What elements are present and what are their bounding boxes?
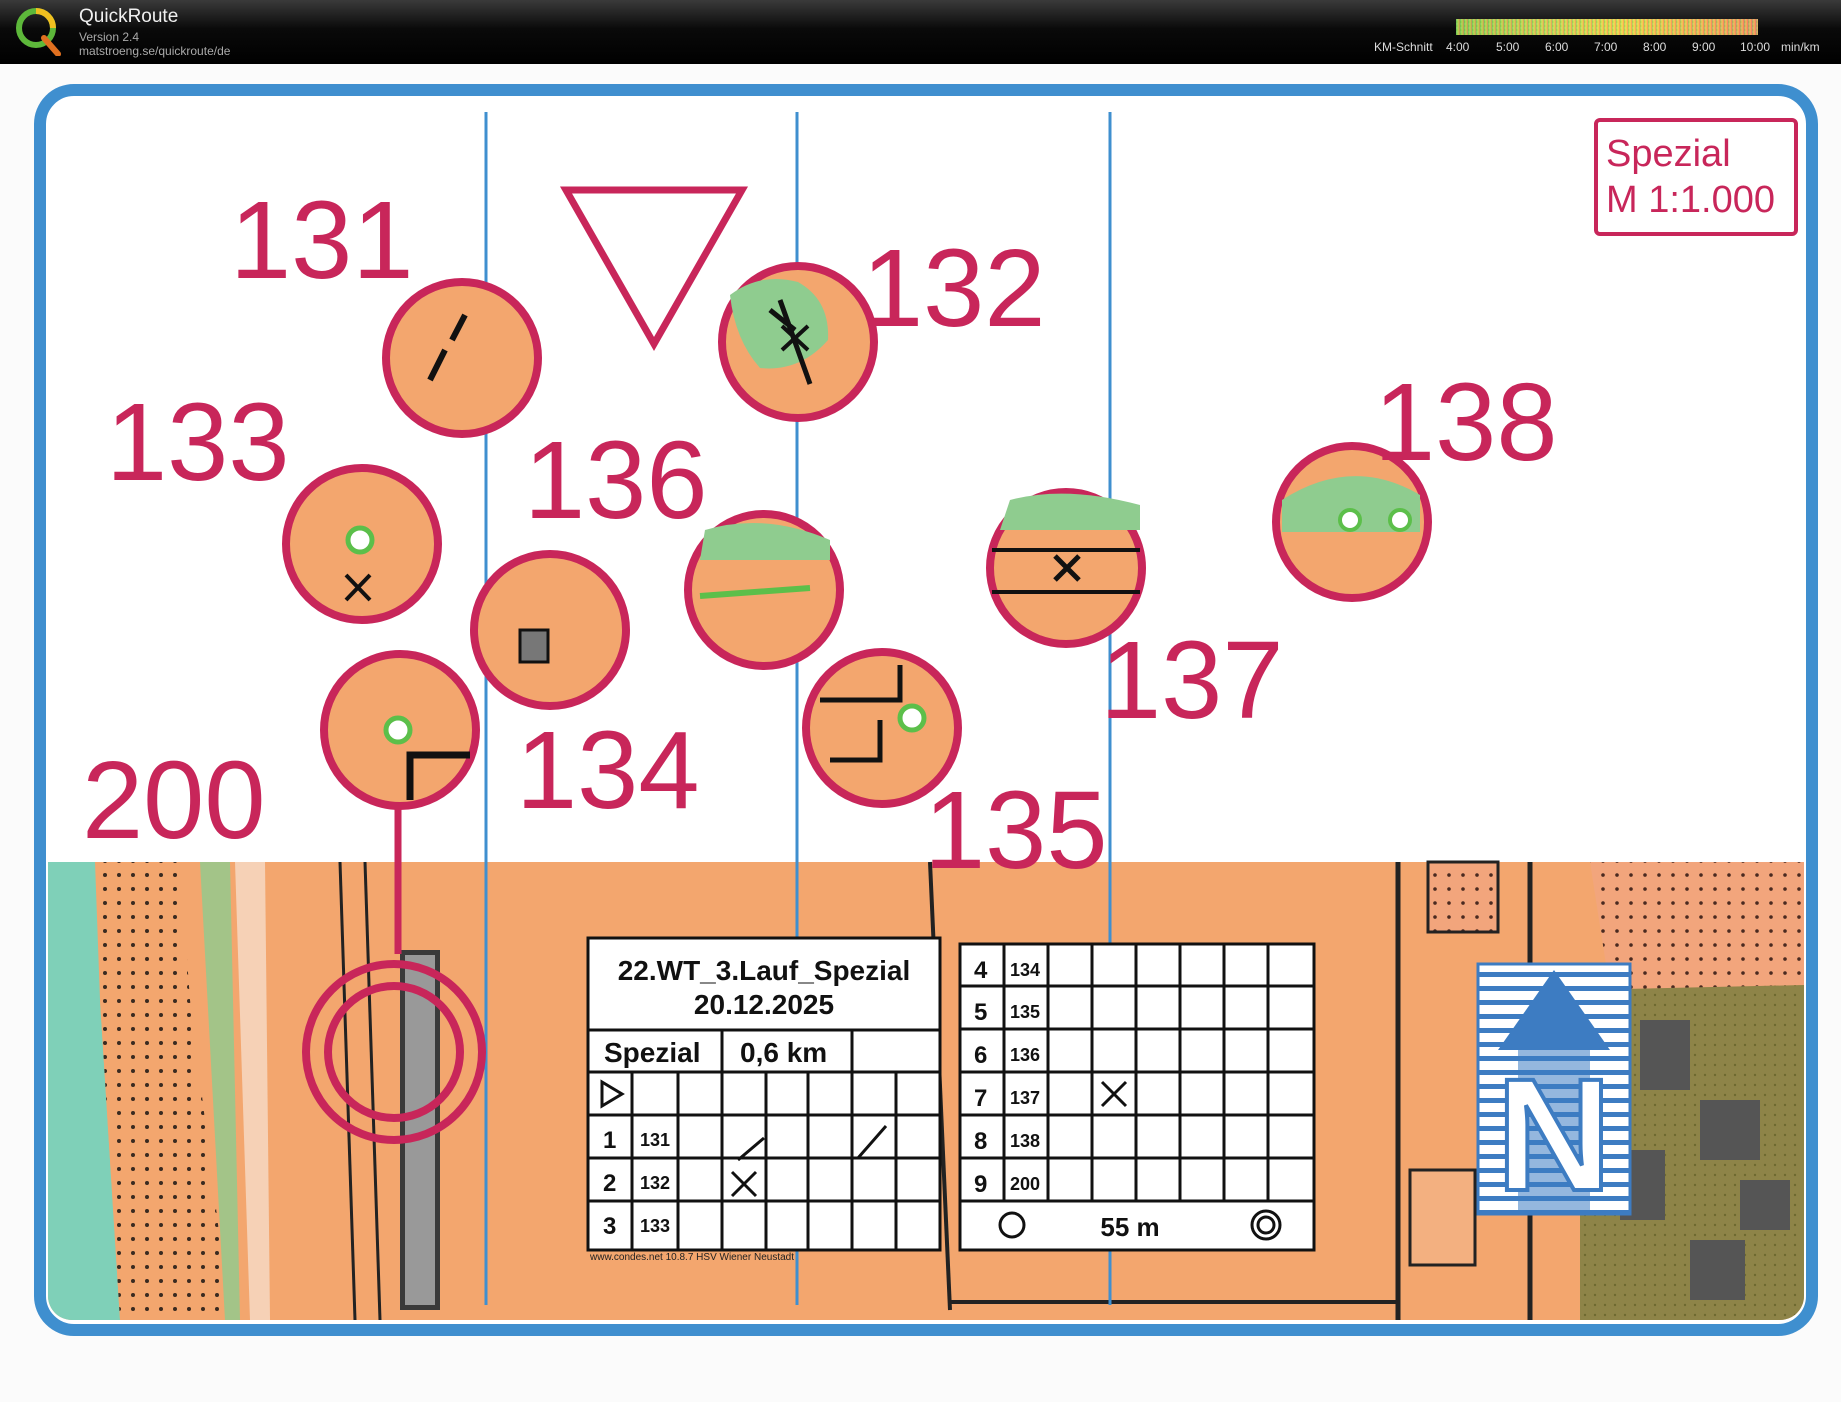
control-circle-131 [382, 278, 542, 438]
app-version: Version 2.4 [79, 30, 140, 44]
control-label-133: 133 [106, 381, 290, 504]
cd-seq-7: 7 [974, 1085, 987, 1112]
cd-seq-3: 3 [603, 1213, 616, 1240]
control-label-132: 132 [862, 227, 1046, 350]
cd-seq-5: 5 [974, 999, 987, 1026]
pace-legend-label: KM-Schnitt [1374, 40, 1433, 54]
quickroute-logo-icon [16, 8, 61, 56]
control-label-200: 200 [82, 739, 266, 862]
scale-box-line2: M 1:1.000 [1606, 179, 1775, 221]
control-label-131: 131 [230, 179, 414, 302]
cd-date: 20.12.2025 [694, 989, 834, 1020]
control-label-138: 138 [1374, 361, 1558, 484]
cd-code-134: 134 [1010, 960, 1040, 980]
pace-tick-4: 4:00 [1446, 40, 1470, 54]
cd-seq-8: 8 [974, 1128, 987, 1155]
control-label-136: 136 [524, 419, 708, 542]
pace-tick-9: 9:00 [1692, 40, 1716, 54]
pace-color-bar [1456, 19, 1758, 35]
north-arrow: N [1476, 962, 1632, 1226]
cd-code-200: 200 [1010, 1174, 1040, 1194]
cd-length: 0,6 km [740, 1037, 827, 1068]
pace-tick-5: 5:00 [1496, 40, 1520, 54]
cd-code-137: 137 [1010, 1088, 1040, 1108]
cd-code-138: 138 [1010, 1131, 1040, 1151]
cd-seq-9: 9 [974, 1171, 987, 1198]
pace-tick-6: 6:00 [1545, 40, 1569, 54]
cd-seq-6: 6 [974, 1042, 987, 1069]
cd-footer: www.condes.net 10.8.7 HSV Wiener Neustad… [589, 1252, 794, 1263]
cd-code-131: 131 [640, 1130, 670, 1150]
cd-finish-distance: 55 m [1100, 1212, 1159, 1242]
control-label-137: 137 [1100, 619, 1284, 742]
cd-seq-4: 4 [974, 957, 988, 984]
cd-code-133: 133 [640, 1216, 670, 1236]
pace-tick-7: 7:00 [1594, 40, 1618, 54]
pace-tick-8: 8:00 [1643, 40, 1667, 54]
app-title: QuickRoute [79, 6, 179, 27]
control-label-135: 135 [924, 769, 1108, 892]
pace-unit: min/km [1781, 40, 1820, 54]
cd-class: Spezial [604, 1037, 700, 1068]
cd-code-132: 132 [640, 1173, 670, 1193]
pace-tick-10: 10:00 [1740, 40, 1771, 54]
cd-code-136: 136 [1010, 1045, 1040, 1065]
cd-title: 22.WT_3.Lauf_Spezial [618, 955, 911, 986]
cd-code-135: 135 [1010, 1002, 1040, 1022]
orienteering-map: Spezial M 1:1.000 131 132 133 134 135 13… [34, 84, 1818, 1336]
cd-seq-1: 1 [603, 1127, 616, 1154]
app-header: QuickRoute Version 2.4 matstroeng.se/qui… [0, 0, 1841, 64]
north-letter: N [1496, 1045, 1612, 1224]
scale-box-line1: Spezial [1606, 133, 1731, 175]
app-url: matstroeng.se/quickroute/de [79, 44, 231, 58]
map-canvas[interactable]: Spezial M 1:1.000 131 132 133 134 135 13… [0, 64, 1841, 1402]
cd-seq-2: 2 [603, 1170, 616, 1197]
scale-box: Spezial M 1:1.000 [1594, 118, 1798, 236]
control-circle-134 [470, 550, 630, 710]
control-label-134: 134 [516, 709, 700, 832]
